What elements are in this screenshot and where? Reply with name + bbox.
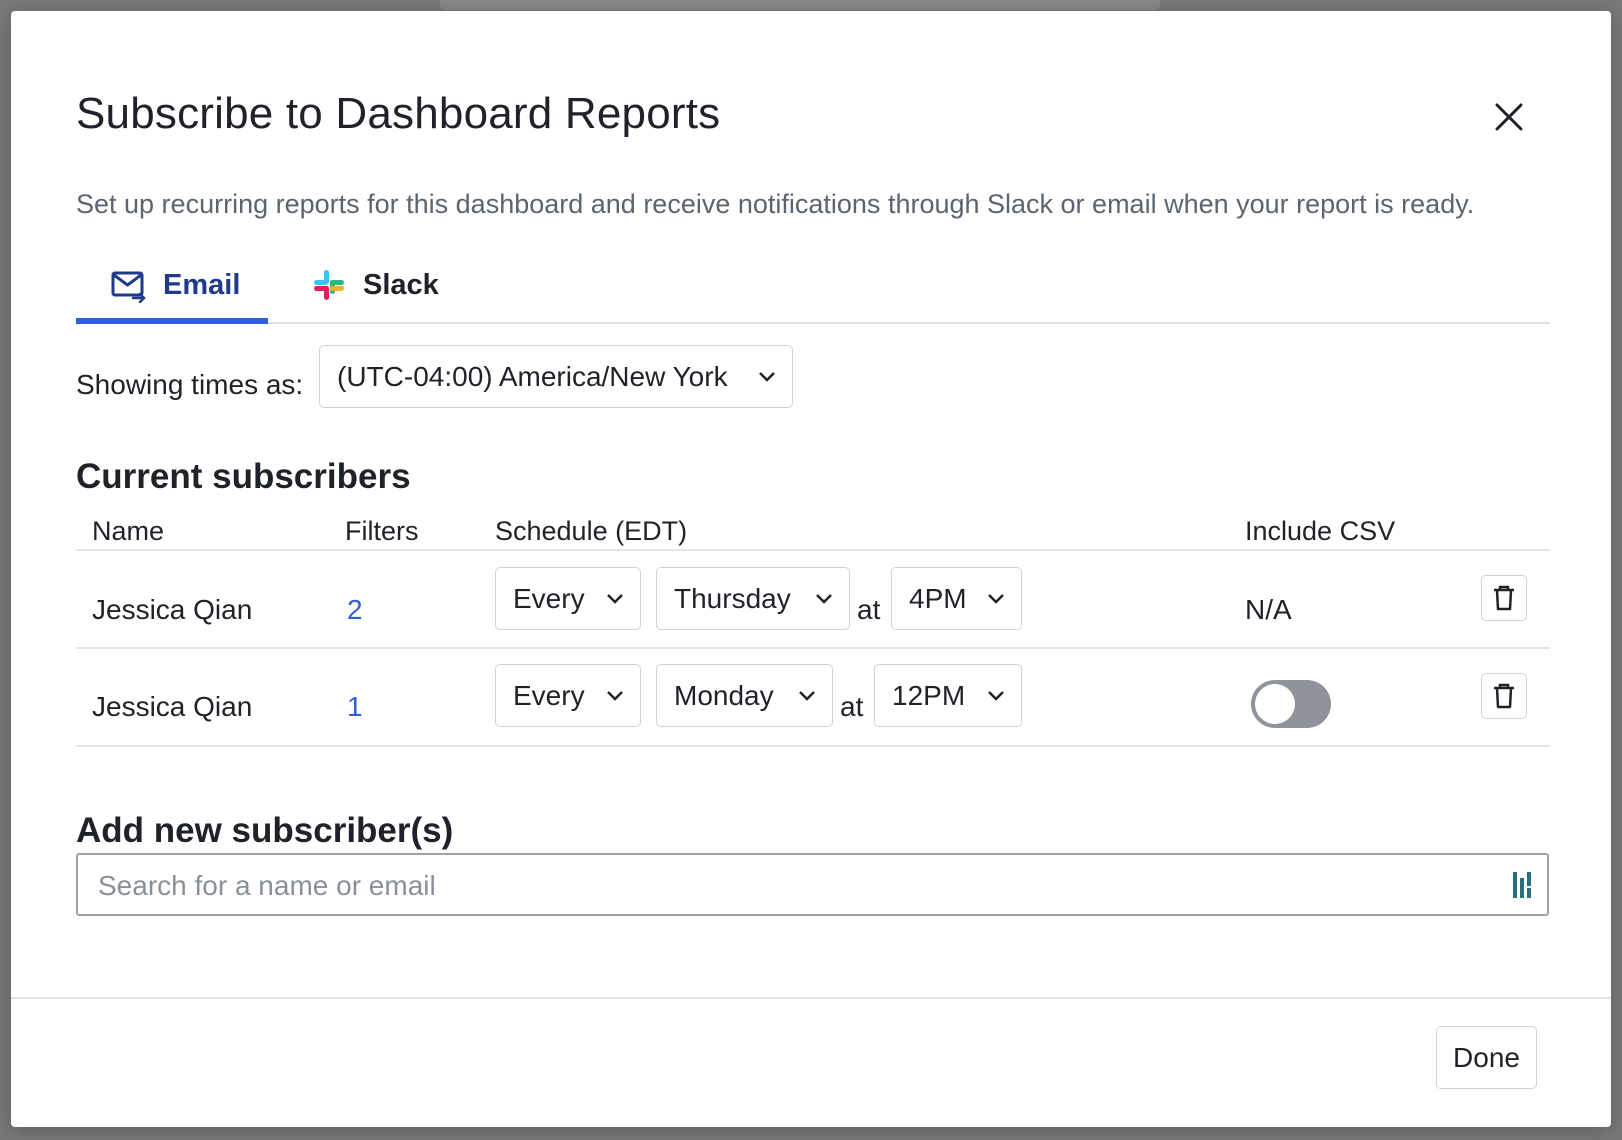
column-header-name: Name: [92, 516, 165, 546]
tab-slack[interactable]: Slack: [311, 261, 439, 320]
tab-email-label: Email: [163, 269, 241, 301]
day-value: Monday: [674, 679, 774, 711]
time-value: 12PM: [892, 679, 966, 711]
toggle-knob: [1255, 684, 1295, 724]
close-icon: [1495, 103, 1523, 131]
frequency-select[interactable]: Every: [495, 567, 641, 630]
timezone-select[interactable]: (UTC-04:00) America/New York: [319, 345, 793, 408]
add-subscribers-heading: Add new subscriber(s): [76, 811, 454, 850]
day-value: Thursday: [674, 582, 791, 614]
chevron-down-icon: [799, 690, 815, 701]
tab-slack-label: Slack: [363, 269, 439, 301]
close-button[interactable]: [1491, 99, 1527, 135]
background-search-bar: [440, 0, 1160, 10]
tab-email[interactable]: Email: [76, 261, 268, 324]
chevron-down-icon: [988, 593, 1004, 604]
time-select[interactable]: 12PM: [874, 664, 1022, 727]
subscriber-name: Jessica Qian: [92, 691, 253, 722]
include-csv-toggle[interactable]: [1251, 680, 1331, 728]
day-select[interactable]: Monday: [656, 664, 833, 727]
chevron-down-icon: [607, 690, 623, 701]
trash-icon: [1494, 585, 1514, 611]
table-divider: [76, 745, 1550, 747]
day-select[interactable]: Thursday: [656, 567, 850, 630]
delete-subscriber-button[interactable]: [1481, 673, 1527, 719]
timezone-value: (UTC-04:00) America/New York: [337, 360, 728, 392]
brand-logo-icon: [1513, 872, 1531, 898]
filters-count-link[interactable]: 1: [347, 691, 363, 723]
modal-subtitle: Set up recurring reports for this dashbo…: [76, 189, 1475, 219]
chevron-down-icon: [759, 371, 775, 382]
at-label: at: [840, 691, 864, 722]
time-value: 4PM: [909, 582, 967, 614]
current-subscribers-heading: Current subscribers: [76, 457, 411, 496]
subscriber-search-input[interactable]: [96, 855, 1480, 916]
frequency-value: Every: [513, 582, 585, 614]
time-select[interactable]: 4PM: [891, 567, 1022, 630]
timezone-label: Showing times as:: [76, 369, 304, 400]
table-divider: [76, 549, 1550, 551]
done-button[interactable]: Done: [1436, 1026, 1537, 1089]
subscribe-modal: Subscribe to Dashboard Reports Set up re…: [11, 11, 1611, 1127]
email-icon: [111, 271, 146, 303]
chevron-down-icon: [607, 593, 623, 604]
trash-icon: [1494, 683, 1514, 709]
footer-divider: [11, 997, 1611, 999]
chevron-down-icon: [988, 690, 1004, 701]
at-label: at: [857, 594, 881, 625]
column-header-filters: Filters: [345, 516, 419, 546]
delete-subscriber-button[interactable]: [1481, 575, 1527, 621]
subscriber-name: Jessica Qian: [92, 594, 253, 625]
filters-count-link[interactable]: 2: [347, 594, 363, 626]
table-divider: [76, 647, 1550, 649]
frequency-value: Every: [513, 679, 585, 711]
modal-title: Subscribe to Dashboard Reports: [76, 89, 721, 138]
include-csv-value: N/A: [1245, 594, 1292, 625]
column-header-include-csv: Include CSV: [1245, 516, 1396, 546]
tab-bar: Email Slack: [76, 261, 1550, 324]
chevron-down-icon: [816, 593, 832, 604]
column-header-schedule: Schedule (EDT): [495, 516, 688, 546]
frequency-select[interactable]: Every: [495, 664, 641, 727]
slack-icon: [314, 270, 344, 300]
subscriber-search-field[interactable]: [76, 853, 1549, 916]
